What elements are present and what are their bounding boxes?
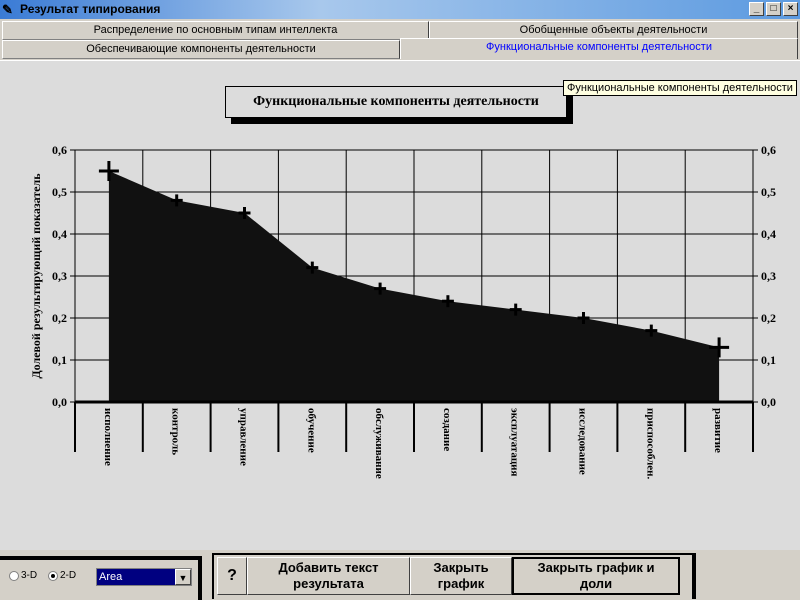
radio-3d-label: 3-D <box>21 570 38 581</box>
x-tick-label: создание <box>441 408 453 451</box>
y-tick-label-left: 0,0 <box>52 395 67 409</box>
y-tick-label-left: 0,6 <box>52 143 67 157</box>
radio-2d-label: 2-D <box>60 570 77 581</box>
y-tick-label-right: 0,0 <box>761 395 776 409</box>
y-tick-label-right: 0,4 <box>761 227 776 241</box>
x-tick-label: приспособлен. <box>644 408 656 480</box>
x-tick-label: эксплуатация <box>509 408 521 476</box>
y-tick-label-right: 0,1 <box>761 353 776 367</box>
y-tick-label-right: 0,2 <box>761 311 776 325</box>
close-chart-shares-button[interactable]: Закрыть график и доли <box>512 557 680 595</box>
y-tick-label-left: 0,4 <box>52 227 67 241</box>
x-tick-label: развитие <box>712 408 724 453</box>
chevron-down-icon[interactable]: ▼ <box>175 569 191 585</box>
chart-title: Функциональные компоненты деятельности <box>225 86 567 118</box>
x-tick-label: исполнение <box>102 408 114 466</box>
chart-type-value: Area <box>99 571 123 583</box>
radio-2d-circle[interactable] <box>48 570 58 581</box>
radio-2d[interactable]: 2-D <box>48 570 76 581</box>
add-text-button[interactable]: Добавить текст результата <box>247 557 410 595</box>
help-button[interactable]: ? <box>217 557 247 595</box>
x-tick-label: управление <box>238 408 250 466</box>
chart-type-select[interactable]: Area ▼ <box>96 568 192 586</box>
y-tick-label-right: 0,6 <box>761 143 776 157</box>
x-tick-label: обучение <box>305 408 317 453</box>
y-tick-label-left: 0,3 <box>52 269 67 283</box>
x-tick-label: обслуживание <box>373 408 385 479</box>
y-tick-label-right: 0,5 <box>761 185 776 199</box>
y-tick-label-left: 0,1 <box>52 353 67 367</box>
radio-3d[interactable]: 3-D <box>9 570 37 581</box>
y-tick-label-left: 0,2 <box>52 311 67 325</box>
y-tick-label-right: 0,3 <box>761 269 776 283</box>
tooltip: Функциональные компоненты деятельности <box>563 80 797 96</box>
radio-3d-circle[interactable] <box>9 570 19 581</box>
y-tick-label-left: 0,5 <box>52 185 67 199</box>
y-axis-label: Долевой результирующий показатель <box>29 173 43 379</box>
close-chart-button[interactable]: Закрыть график <box>410 557 512 595</box>
x-tick-label: исследование <box>577 408 589 475</box>
x-tick-label: контроль <box>170 408 182 455</box>
